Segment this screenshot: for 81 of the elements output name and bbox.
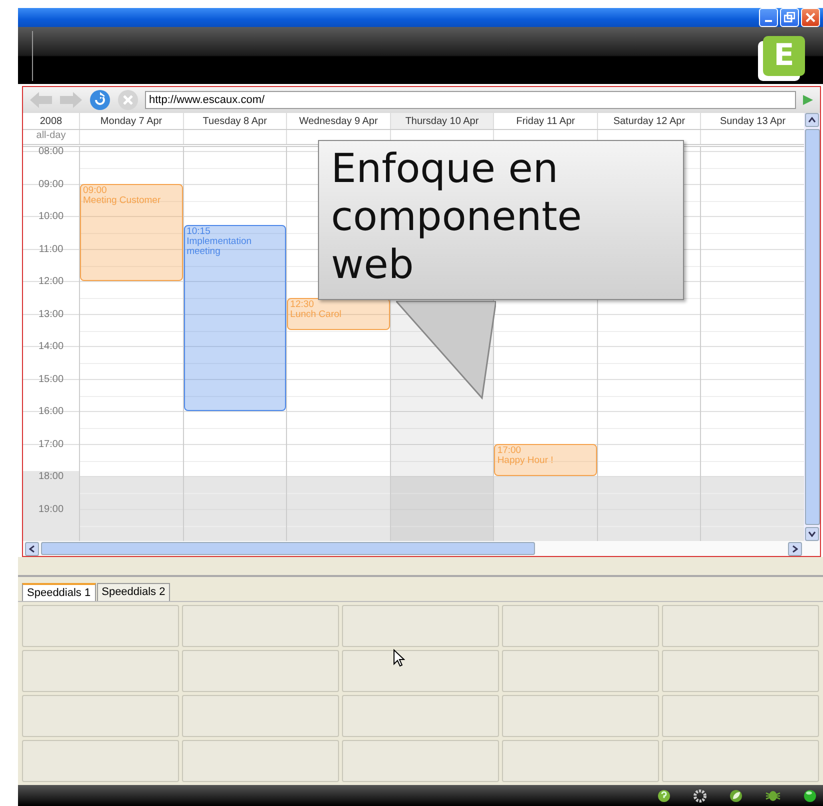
all-day-label: all-day (35, 130, 67, 144)
app-logo: E (763, 36, 805, 76)
leaf-icon[interactable] (729, 788, 743, 803)
calendar-event[interactable]: 09:00 Meeting Customer (80, 184, 183, 282)
speeddial-button[interactable] (342, 695, 499, 738)
speeddial-tab[interactable]: Speeddials 1 (22, 583, 96, 602)
status-orb-icon[interactable] (803, 788, 817, 803)
speeddial-button[interactable] (22, 605, 179, 648)
calendar-event[interactable]: 12:30 Lunch Carol (287, 298, 390, 330)
callout-text: Enfoque en componente web (331, 145, 583, 290)
event-title: Happy Hour ! (497, 456, 554, 466)
speeddial-button[interactable] (182, 650, 339, 692)
event-title: Implementation meeting (186, 236, 253, 256)
hour-label: 15:00 (37, 374, 65, 386)
caret-down-icon (808, 531, 816, 538)
day-header: Thursday 10 Apr (390, 113, 494, 130)
speeddial-button[interactable] (22, 740, 179, 782)
hour-label: 16:00 (37, 406, 65, 418)
caret-right-icon (792, 544, 798, 553)
close-button[interactable] (801, 8, 820, 27)
speeddial-button[interactable] (182, 740, 339, 782)
minimize-button[interactable] (759, 8, 778, 27)
hour-label: 10:00 (37, 211, 65, 224)
day-header: Tuesday 8 Apr (182, 113, 286, 130)
speeddial-button[interactable] (182, 605, 339, 648)
hour-label: 12:00 (37, 276, 65, 288)
speeddial-button[interactable] (502, 740, 659, 782)
speeddial-button[interactable] (502, 695, 659, 738)
caret-left-icon (29, 544, 35, 553)
speeddial-button[interactable] (342, 650, 499, 692)
hour-label: 09:00 (37, 178, 65, 191)
hour-label: 14:00 (37, 341, 65, 354)
forward-icon[interactable] (59, 91, 83, 110)
day-header: Monday 7 Apr (79, 113, 183, 130)
speeddial-button[interactable] (22, 650, 179, 692)
speeddial-button[interactable] (342, 740, 499, 782)
url-field[interactable]: http://www.escaux.com/ (145, 91, 796, 110)
help-icon[interactable] (657, 788, 671, 803)
minimize-icon (765, 20, 772, 22)
speeddial-button[interactable] (662, 650, 819, 692)
day-header: Saturday 12 Apr (596, 113, 700, 130)
speeddial-tab[interactable]: Speeddials 2 (96, 583, 170, 602)
reload-icon[interactable] (89, 89, 111, 112)
hour-label: 17:00 (37, 438, 65, 451)
hour-label: 08:00 (37, 147, 65, 158)
hour-label: 13:00 (37, 308, 65, 321)
year-label: 2008 (38, 114, 64, 129)
event-time: 10:15 (186, 226, 212, 236)
scroll-thumb[interactable] (41, 542, 535, 556)
close-icon (805, 12, 816, 23)
speeddial-button[interactable] (182, 695, 339, 738)
back-icon[interactable] (29, 91, 53, 110)
bug-icon[interactable] (765, 788, 781, 803)
speeddial-button[interactable] (662, 605, 819, 648)
event-time: 12:30 (290, 300, 315, 310)
scroll-down-button[interactable] (805, 527, 819, 542)
gear-icon[interactable] (693, 788, 707, 803)
calendar-event[interactable]: 10:15 Implementation meeting (184, 224, 286, 412)
event-title: Meeting Customer (83, 196, 162, 206)
caret-up-icon (808, 117, 816, 124)
event-time: 17:00 (497, 446, 522, 456)
speeddial-button[interactable] (502, 605, 659, 648)
speeddial-button[interactable] (342, 605, 499, 648)
restore-button[interactable] (780, 8, 799, 27)
speeddial-button[interactable] (662, 695, 819, 738)
speeddial-button[interactable] (502, 650, 659, 692)
go-icon[interactable] (802, 94, 814, 106)
day-header: Friday 11 Apr (493, 113, 597, 130)
speeddial-button[interactable] (22, 695, 179, 738)
scroll-right-button[interactable] (788, 542, 802, 556)
speeddial-button[interactable] (662, 740, 819, 782)
scroll-up-button[interactable] (805, 113, 819, 128)
calendar-event[interactable]: 17:00 Happy Hour ! (494, 444, 597, 476)
hour-label: 11:00 (38, 244, 64, 256)
restore-icon (784, 12, 795, 23)
event-time: 09:00 (83, 186, 108, 196)
scroll-left-button[interactable] (25, 542, 39, 556)
stop-icon[interactable] (117, 89, 139, 112)
event-title: Lunch Carol (290, 310, 342, 320)
mouse-cursor-icon (393, 649, 405, 668)
scroll-thumb[interactable] (804, 129, 820, 526)
